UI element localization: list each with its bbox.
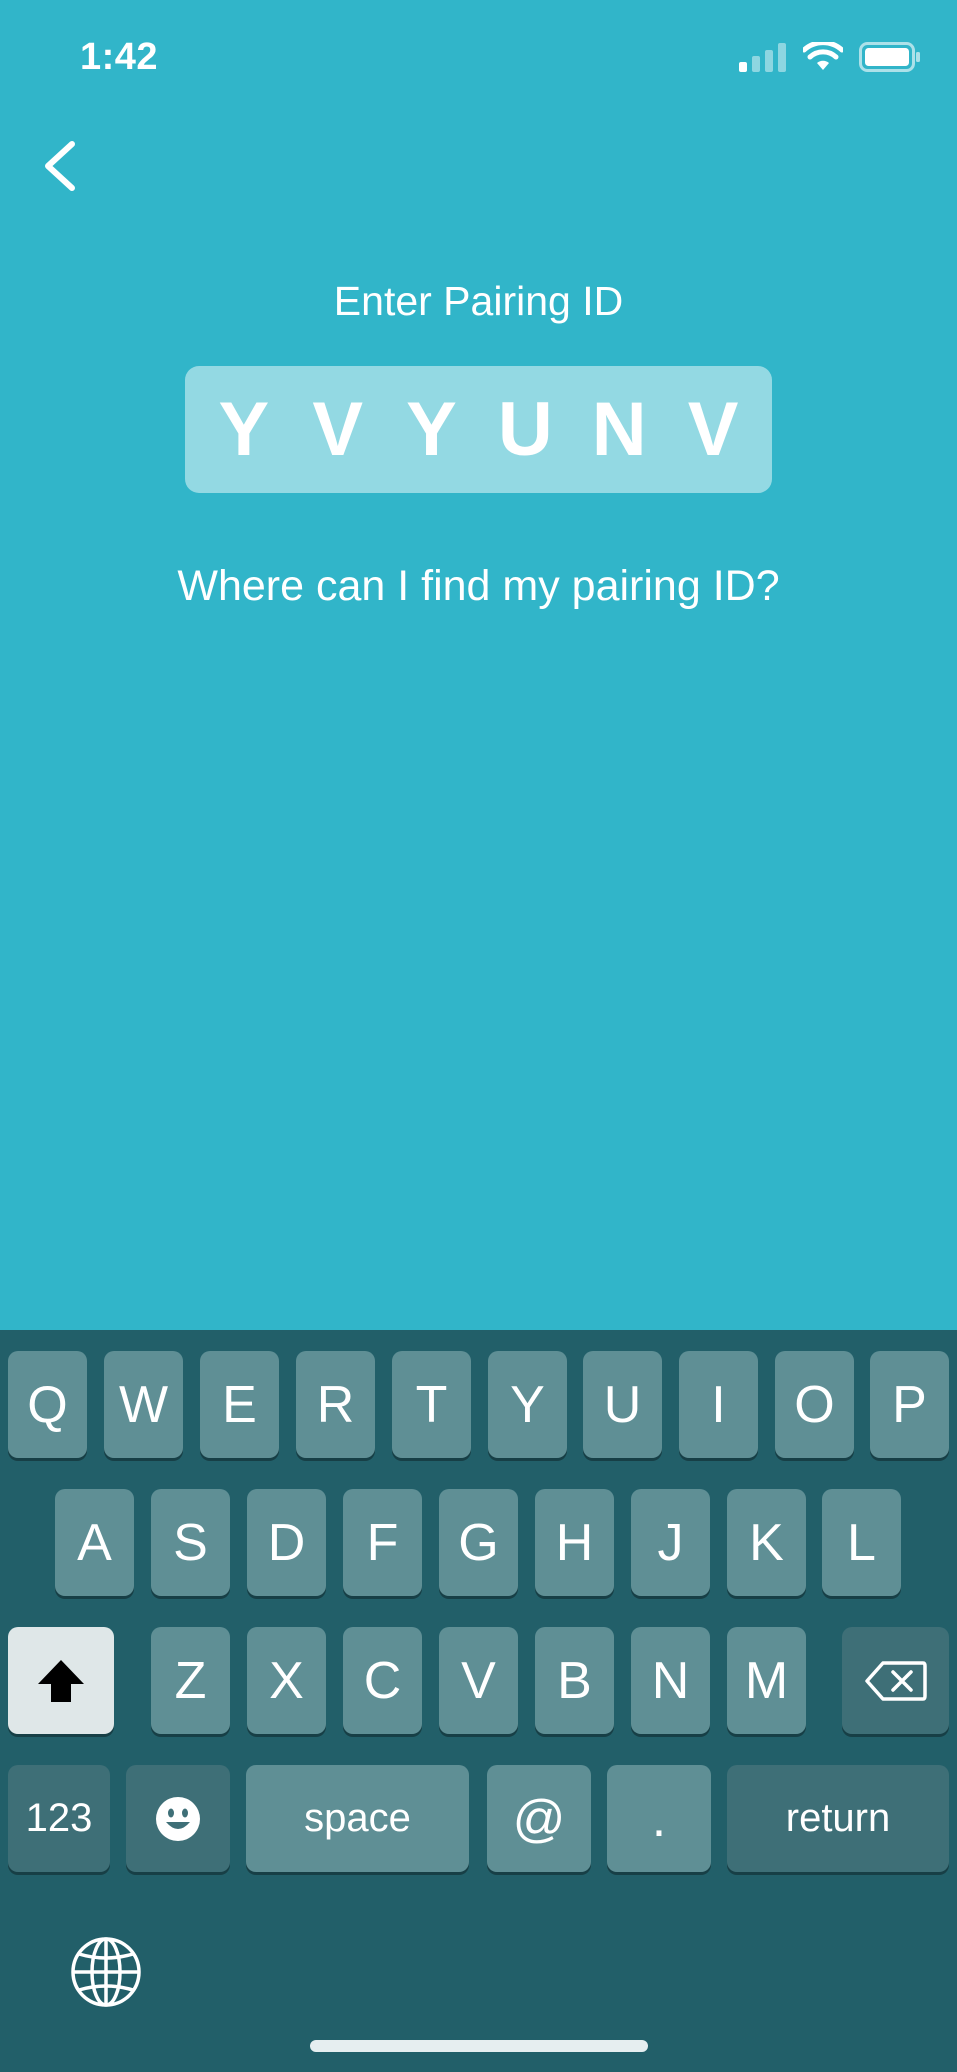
pairing-id-input[interactable]: Y V Y U N V: [185, 366, 772, 493]
period-key[interactable]: .: [607, 1765, 711, 1872]
cellular-signal-icon: [739, 43, 786, 72]
key-z[interactable]: Z: [151, 1627, 230, 1734]
pairing-char: Y: [218, 387, 270, 472]
status-icons: [739, 42, 921, 72]
key-g[interactable]: G: [439, 1489, 518, 1596]
back-chevron-icon: [45, 141, 75, 191]
return-key[interactable]: return: [727, 1765, 949, 1872]
emoji-key[interactable]: [126, 1765, 230, 1872]
key-o[interactable]: O: [775, 1351, 854, 1458]
status-bar: 1:42: [0, 0, 957, 110]
home-indicator[interactable]: [310, 2040, 648, 2052]
key-e[interactable]: E: [200, 1351, 279, 1458]
back-button[interactable]: [30, 130, 100, 200]
key-v[interactable]: V: [439, 1627, 518, 1734]
pairing-char: V: [687, 387, 739, 472]
key-y[interactable]: Y: [488, 1351, 567, 1458]
pairing-char: Y: [406, 387, 457, 472]
key-f[interactable]: F: [343, 1489, 422, 1596]
key-t[interactable]: T: [392, 1351, 471, 1458]
key-u[interactable]: U: [583, 1351, 662, 1458]
pairing-id-help-link[interactable]: Where can I find my pairing ID?: [0, 562, 957, 611]
key-q[interactable]: Q: [8, 1351, 87, 1458]
delete-icon: [864, 1660, 927, 1701]
key-b[interactable]: B: [535, 1627, 614, 1734]
wifi-icon: [803, 42, 843, 70]
globe-icon: [71, 1937, 141, 2007]
numbers-key[interactable]: 123: [8, 1765, 110, 1872]
key-j[interactable]: J: [631, 1489, 710, 1596]
key-m[interactable]: M: [727, 1627, 806, 1734]
key-d[interactable]: D: [247, 1489, 326, 1596]
key-h[interactable]: H: [535, 1489, 614, 1596]
space-key[interactable]: space: [246, 1765, 469, 1872]
key-l[interactable]: L: [822, 1489, 901, 1596]
battery-icon: [859, 42, 920, 72]
key-c[interactable]: C: [343, 1627, 422, 1734]
pairing-char: V: [312, 387, 364, 472]
globe-button[interactable]: [68, 1934, 144, 2010]
shift-icon: [38, 1659, 84, 1702]
key-n[interactable]: N: [631, 1627, 710, 1734]
key-i[interactable]: I: [679, 1351, 758, 1458]
shift-key[interactable]: [8, 1627, 114, 1734]
status-time: 1:42: [80, 36, 159, 78]
pairing-char: N: [591, 387, 647, 472]
key-k[interactable]: K: [727, 1489, 806, 1596]
key-w[interactable]: W: [104, 1351, 183, 1458]
key-r[interactable]: R: [296, 1351, 375, 1458]
key-a[interactable]: A: [55, 1489, 134, 1596]
emoji-icon: [156, 1796, 200, 1841]
pairing-char: U: [497, 387, 553, 472]
page-title: Enter Pairing ID: [333, 278, 624, 324]
at-key[interactable]: @: [487, 1765, 591, 1872]
key-x[interactable]: X: [247, 1627, 326, 1734]
delete-key[interactable]: [842, 1627, 949, 1734]
key-s[interactable]: S: [151, 1489, 230, 1596]
key-p[interactable]: P: [870, 1351, 949, 1458]
